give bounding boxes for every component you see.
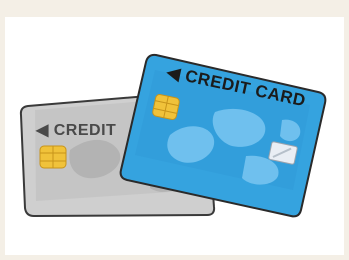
- credit-cards-illustration: ◀ CREDIT ◀ CREDIT CARD: [19, 53, 327, 218]
- silver-card-chip-icon: [39, 145, 67, 169]
- silver-card-label: ◀ CREDIT: [35, 122, 116, 139]
- blue-card-chip-icon: [152, 93, 180, 121]
